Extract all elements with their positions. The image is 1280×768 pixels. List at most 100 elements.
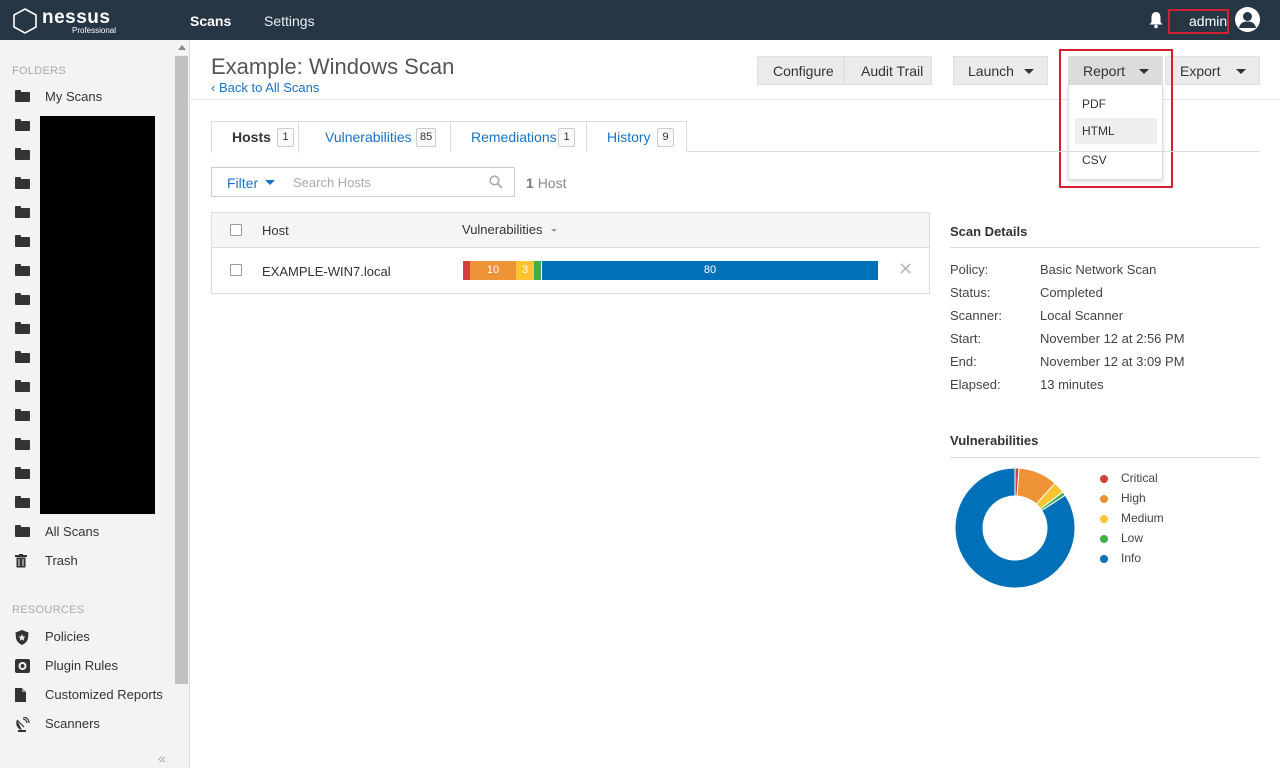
back-link[interactable]: ‹ Back to All Scans bbox=[211, 80, 319, 95]
audit-trail-button-label: Audit Trail bbox=[861, 63, 924, 79]
chevron-down-icon bbox=[265, 180, 275, 185]
select-all-checkbox[interactable] bbox=[230, 224, 242, 236]
folder-icon bbox=[15, 409, 30, 422]
sidebar-item-my-scans[interactable]: My Scans bbox=[0, 84, 172, 110]
chevron-down-icon bbox=[1024, 69, 1034, 74]
folder-icon bbox=[15, 351, 30, 364]
folder-icon bbox=[15, 322, 30, 335]
legend-dot bbox=[1100, 555, 1108, 563]
document-icon bbox=[15, 688, 30, 702]
vuln-bar-critical[interactable] bbox=[463, 261, 470, 280]
vulnerabilities-donut-chart[interactable] bbox=[955, 468, 1075, 588]
satellite-dish-icon bbox=[15, 716, 30, 732]
configure-button-label: Configure bbox=[773, 63, 834, 79]
delete-host-icon[interactable]: ✕ bbox=[898, 259, 913, 280]
sidebar-scrollbar-thumb[interactable] bbox=[175, 56, 188, 684]
search-hosts-field bbox=[283, 167, 515, 197]
sidebar-item-label: My Scans bbox=[45, 89, 103, 104]
sidebar-item-label: All Scans bbox=[45, 524, 100, 539]
sidebar-item-plugin-rules[interactable]: Plugin Rules bbox=[0, 653, 172, 679]
detail-value-end: November 12 at 3:09 PM bbox=[1040, 354, 1185, 369]
legend-dot bbox=[1100, 535, 1108, 543]
legend-dot bbox=[1100, 495, 1108, 503]
folder-icon bbox=[15, 380, 30, 393]
row-checkbox[interactable] bbox=[230, 264, 242, 276]
legend-dot bbox=[1100, 515, 1108, 523]
detail-label-status: Status: bbox=[950, 285, 991, 300]
bell-icon[interactable] bbox=[1148, 11, 1164, 29]
vuln-bar-high[interactable]: 10 bbox=[470, 261, 516, 280]
folder-icon bbox=[15, 119, 30, 132]
scan-details-divider bbox=[950, 247, 1260, 248]
top-bar: nessus Professional Scans Settings admin bbox=[0, 0, 1280, 40]
detail-value-start: November 12 at 2:56 PM bbox=[1040, 331, 1185, 346]
host-count-number: 1 bbox=[526, 175, 534, 191]
nessus-logo[interactable]: nessus Professional bbox=[12, 6, 122, 36]
folder-icon bbox=[15, 496, 30, 509]
user-avatar-icon[interactable] bbox=[1235, 7, 1260, 32]
detail-value-status: Completed bbox=[1040, 285, 1103, 300]
tab-hosts[interactable]: Hosts 1 bbox=[211, 121, 299, 153]
sidebar-item-label: Trash bbox=[45, 553, 78, 568]
shield-icon bbox=[15, 630, 30, 645]
vuln-bar-info[interactable]: 80 bbox=[542, 261, 878, 280]
folder-icon bbox=[15, 206, 30, 219]
sidebar-item-customized-reports[interactable]: Customized Reports bbox=[0, 682, 172, 708]
hosts-table: Host Vulnerabilities EXAMPLE-WIN7.local … bbox=[211, 212, 930, 294]
export-button-label: Export bbox=[1180, 63, 1221, 79]
redacted-folder-names bbox=[40, 116, 155, 514]
trash-icon bbox=[15, 554, 30, 568]
audit-trail-button[interactable]: Audit Trail bbox=[844, 56, 932, 85]
sidebar-item-trash[interactable]: Trash bbox=[0, 548, 172, 574]
collapse-sidebar-icon[interactable]: « bbox=[158, 750, 166, 766]
folder-icon bbox=[15, 148, 30, 161]
vuln-bar-label: 10 bbox=[486, 264, 500, 276]
sort-caret-icon[interactable] bbox=[551, 229, 557, 232]
tab-count-badge: 1 bbox=[277, 128, 294, 147]
configure-button[interactable]: Configure bbox=[757, 56, 844, 85]
column-header-vulnerabilities[interactable]: Vulnerabilities bbox=[462, 222, 542, 237]
table-header: Host Vulnerabilities bbox=[212, 213, 929, 248]
scroll-up-arrow-icon[interactable] bbox=[178, 45, 186, 50]
tab-vulnerabilities[interactable]: Vulnerabilities 85 bbox=[298, 121, 451, 152]
filter-button[interactable]: Filter bbox=[211, 167, 284, 197]
scan-details-title: Scan Details bbox=[950, 224, 1028, 239]
tab-count-badge: 9 bbox=[657, 128, 674, 147]
user-menu[interactable]: admin bbox=[1189, 13, 1227, 29]
vulnerabilities-divider bbox=[950, 457, 1260, 458]
sidebar-item-label: Scanners bbox=[45, 716, 100, 731]
tab-remediations[interactable]: Remediations 1 bbox=[450, 121, 587, 152]
tab-label: History bbox=[607, 129, 651, 145]
column-header-host[interactable]: Host bbox=[262, 223, 289, 238]
sidebar-item-all-scans[interactable]: All Scans bbox=[0, 519, 172, 545]
chevron-down-icon bbox=[1236, 69, 1246, 74]
host-count: 1 Host bbox=[526, 175, 566, 191]
vuln-bar-low[interactable] bbox=[534, 261, 541, 280]
legend-label: Medium bbox=[1121, 511, 1164, 525]
host-count-unit: Host bbox=[537, 175, 567, 191]
launch-button-label: Launch bbox=[968, 63, 1014, 79]
sidebar-item-policies[interactable]: Policies bbox=[0, 624, 172, 650]
tab-count-badge: 85 bbox=[416, 128, 437, 147]
filter-button-label: Filter bbox=[227, 175, 259, 191]
folder-icon bbox=[15, 467, 30, 480]
folder-icon bbox=[15, 438, 30, 451]
legend-label: Low bbox=[1121, 531, 1144, 545]
export-button[interactable]: Export bbox=[1165, 56, 1260, 85]
detail-value-policy: Basic Network Scan bbox=[1040, 262, 1157, 277]
nav-scans[interactable]: Scans bbox=[190, 13, 231, 29]
search-icon[interactable] bbox=[489, 175, 503, 189]
nav-settings[interactable]: Settings bbox=[264, 13, 315, 29]
detail-value-scanner: Local Scanner bbox=[1040, 308, 1124, 323]
folder-icon bbox=[15, 264, 30, 277]
sidebar-item-scanners[interactable]: Scanners bbox=[0, 711, 172, 737]
detail-label-scanner: Scanner: bbox=[950, 308, 1003, 323]
tab-history[interactable]: History 9 bbox=[586, 121, 687, 152]
host-name[interactable]: EXAMPLE-WIN7.local bbox=[262, 264, 391, 279]
sidebar: FOLDERS My Scans All Scans Trash RESOURC… bbox=[0, 40, 190, 768]
launch-button[interactable]: Launch bbox=[953, 56, 1048, 85]
logo-subtitle: Professional bbox=[72, 26, 117, 35]
search-input[interactable] bbox=[283, 168, 483, 196]
folder-icon bbox=[15, 235, 30, 248]
vuln-bar-medium[interactable]: 3 bbox=[516, 261, 534, 280]
